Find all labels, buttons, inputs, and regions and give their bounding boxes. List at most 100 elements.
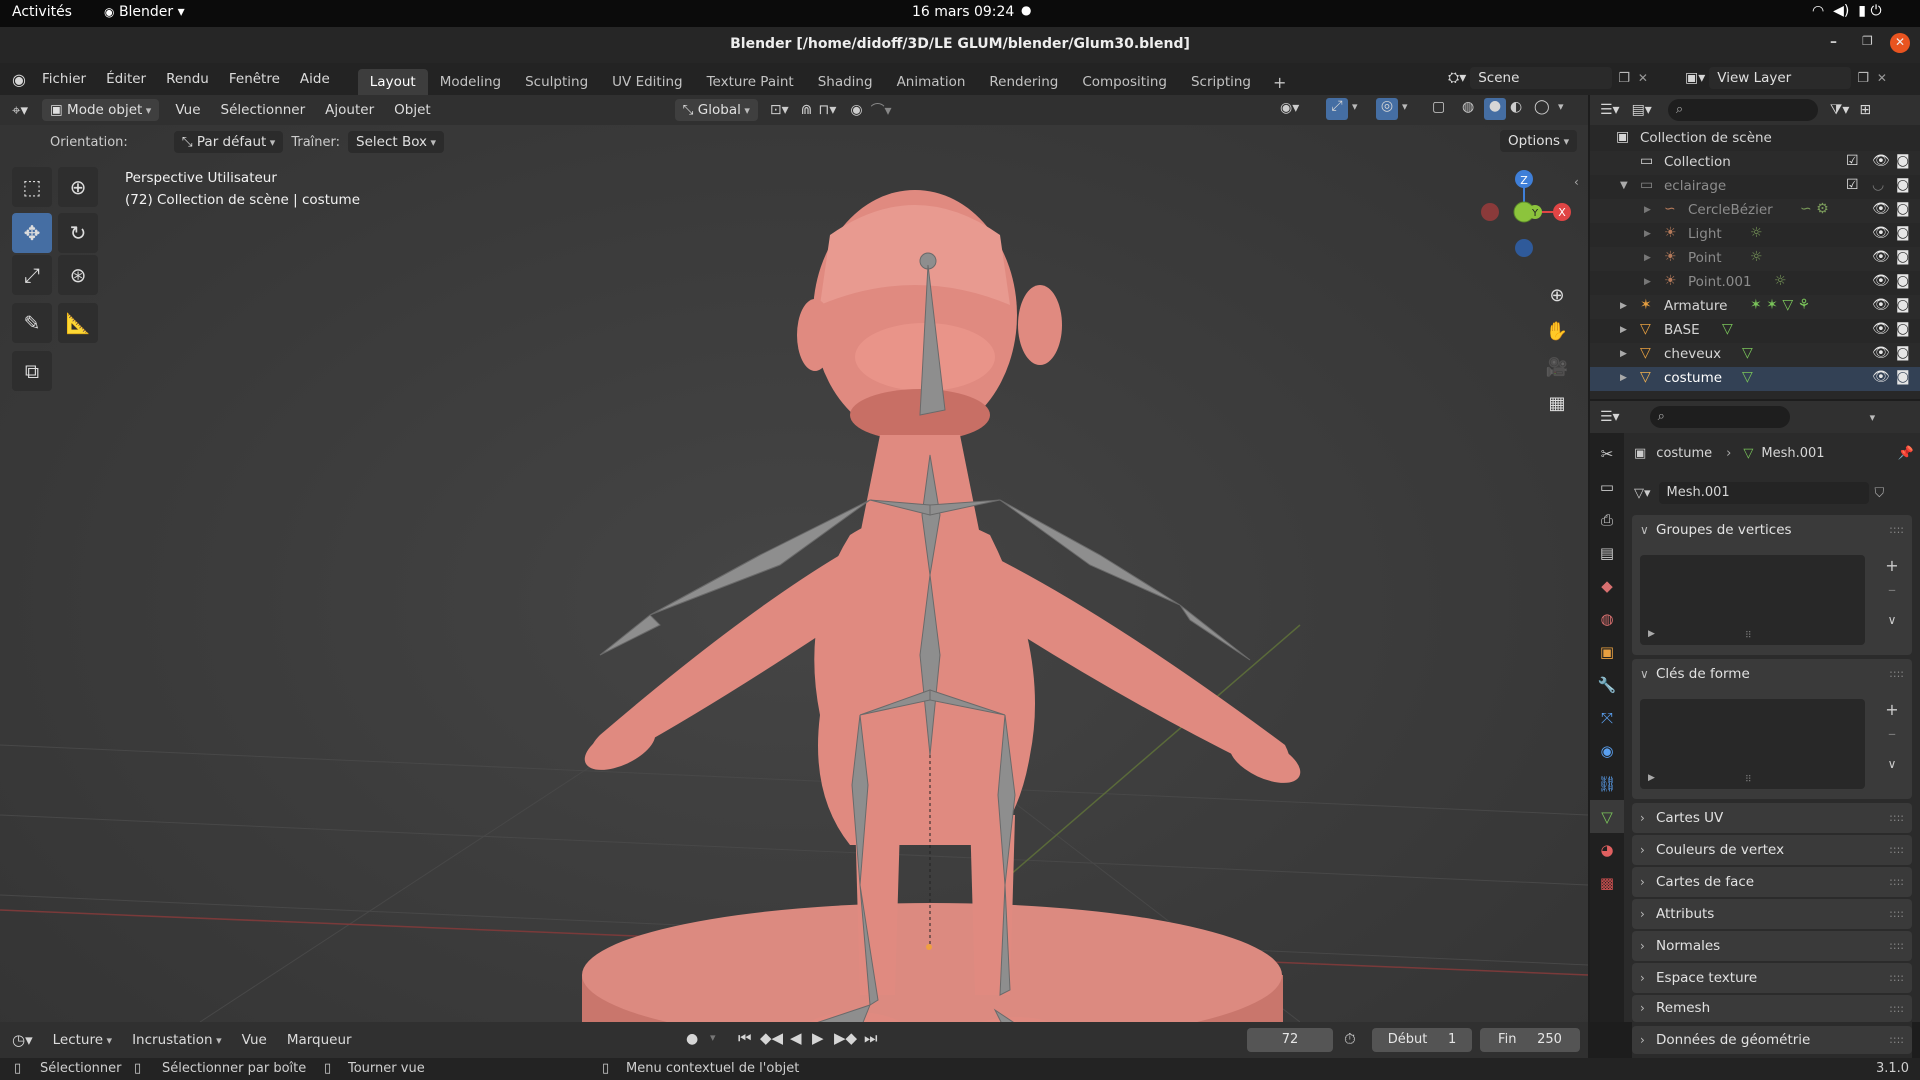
- expand-arrow-icon[interactable]: ▶: [1620, 349, 1627, 359]
- expand-arrow-icon[interactable]: ▶: [1648, 773, 1655, 783]
- add-icon[interactable]: +: [1880, 555, 1904, 579]
- activities-button[interactable]: Activités: [12, 4, 72, 20]
- gizmo-toggle-icon[interactable]: ⤢: [1326, 98, 1348, 120]
- eye-icon[interactable]: 👁: [1872, 321, 1890, 337]
- camera-icon[interactable]: ◙: [1896, 297, 1910, 313]
- remove-view-layer-icon[interactable]: ✕: [1877, 71, 1887, 85]
- add-icon[interactable]: +: [1880, 699, 1904, 723]
- menu-marqueur[interactable]: Marqueur: [277, 1032, 362, 1048]
- options-dropdown[interactable]: Options: [1500, 130, 1578, 152]
- camera-icon[interactable]: ◙: [1896, 273, 1910, 289]
- material-shading-icon[interactable]: ◐: [1510, 99, 1522, 115]
- eye-icon[interactable]: 👁: [1872, 345, 1890, 361]
- menu-rendu[interactable]: Rendu: [156, 71, 219, 87]
- blender-icon[interactable]: ◉: [12, 70, 26, 89]
- tab-rendering[interactable]: Rendering: [977, 69, 1070, 95]
- menu-ajouter[interactable]: Ajouter: [315, 102, 384, 118]
- system-tray[interactable]: ◠ ◀) ▮ ⏻: [1812, 3, 1882, 19]
- panel-attributes[interactable]: › Attributs::::: [1632, 899, 1912, 929]
- zoom-icon[interactable]: ⊕: [1542, 280, 1572, 310]
- physics-tab-icon[interactable]: ◉: [1590, 734, 1624, 767]
- drag-grip-icon[interactable]: ::::: [1889, 659, 1904, 689]
- breadcrumb-data[interactable]: Mesh.001: [1761, 446, 1824, 461]
- rendered-shading-icon[interactable]: ◯: [1534, 99, 1550, 115]
- eye-icon[interactable]: 👁: [1872, 369, 1890, 385]
- falloff-icon[interactable]: ⌒▾: [871, 100, 892, 120]
- timeline-editor-icon[interactable]: ◷▾: [12, 1031, 33, 1049]
- visibility-icon[interactable]: ◉▾: [1280, 100, 1299, 116]
- breadcrumb-object[interactable]: costume: [1656, 446, 1712, 461]
- outliner-search-icon[interactable]: ⌕: [1667, 99, 1818, 121]
- menu-vue[interactable]: Vue: [165, 102, 210, 118]
- transform-orientation[interactable]: ⤡ Global: [674, 99, 758, 121]
- expand-arrow-icon[interactable]: ▼: [1620, 180, 1628, 191]
- scene-name[interactable]: Scene: [1470, 67, 1613, 89]
- play-icon[interactable]: ▶: [812, 1029, 824, 1047]
- outliner-row[interactable]: ▼ ▭ eclairage ☑ ◡ ◙: [1590, 175, 1920, 199]
- outliner-row[interactable]: ▶ ∽ CercleBézier ∽ ⚙ 👁 ◙: [1590, 199, 1920, 223]
- drag-grip-icon[interactable]: ::::: [1889, 1026, 1904, 1054]
- rotate-icon[interactable]: ↻: [58, 213, 98, 253]
- camera-icon[interactable]: ◙: [1896, 177, 1910, 193]
- record-icon[interactable]: ●: [686, 1031, 698, 1047]
- tab-sculpting[interactable]: Sculpting: [513, 69, 600, 95]
- drag-grip-icon[interactable]: ::::: [1889, 899, 1904, 929]
- drag-grip-icon[interactable]: ::::: [1889, 931, 1904, 961]
- camera-view-icon[interactable]: 🎥: [1542, 352, 1572, 382]
- start-frame-field[interactable]: Début 1: [1372, 1028, 1472, 1052]
- filter-icon[interactable]: ⧩▾: [1830, 102, 1850, 118]
- orientation-dropdown[interactable]: ⤡ Par défaut: [173, 131, 284, 153]
- outliner-row[interactable]: ▭ Collection ☑ 👁 ◙: [1590, 151, 1920, 175]
- drag-grip-icon[interactable]: ::::: [1889, 515, 1904, 545]
- sidebar-toggle-icon[interactable]: ‹: [1574, 175, 1579, 189]
- tab-texture-paint[interactable]: Texture Paint: [695, 69, 806, 95]
- menu-aide[interactable]: Aide: [290, 71, 340, 87]
- menu-selectionner[interactable]: Sélectionner: [211, 102, 316, 118]
- expand-arrow-icon[interactable]: ▶: [1644, 205, 1651, 215]
- object-tab-icon[interactable]: ▣: [1590, 635, 1624, 668]
- prev-keyframe-icon[interactable]: ◆◀: [760, 1029, 783, 1047]
- outliner-row[interactable]: ▶ ☀ Point ☼ 👁 ◙: [1590, 247, 1920, 271]
- outliner-row[interactable]: ▶ ☀ Point.001 ☼ 👁 ◙: [1590, 271, 1920, 295]
- drag-grip-icon[interactable]: ::::: [1889, 835, 1904, 865]
- select-box-icon[interactable]: ⬚: [12, 167, 52, 207]
- panel-header[interactable]: ∨ Clés de forme::::: [1632, 659, 1912, 689]
- add-workspace-icon[interactable]: +: [1263, 70, 1296, 95]
- tab-uv-editing[interactable]: UV Editing: [600, 69, 694, 95]
- display-mode-icon[interactable]: ▤▾: [1632, 102, 1652, 118]
- minimize-icon[interactable]: –: [1830, 34, 1837, 50]
- clock[interactable]: 16 mars 09:24: [912, 4, 1014, 20]
- solid-shading-icon[interactable]: ●: [1484, 98, 1506, 120]
- mesh-data-tab-icon[interactable]: ▽: [1590, 800, 1624, 833]
- tab-layout[interactable]: Layout: [357, 69, 428, 95]
- menu-objet[interactable]: Objet: [384, 102, 441, 118]
- camera-icon[interactable]: ◙: [1896, 345, 1910, 361]
- app-menu[interactable]: ◉ Blender ▾: [104, 4, 185, 20]
- mesh-name-field[interactable]: Mesh.001: [1658, 482, 1869, 504]
- jump-end-icon[interactable]: ⏭: [864, 1029, 878, 1047]
- 3d-viewport[interactable]: ⌖▾ ▣ Mode objet Vue Sélectionner Ajouter…: [0, 95, 1588, 1022]
- shading-dropdown[interactable]: ▾: [1558, 100, 1564, 113]
- output-tab-icon[interactable]: ⎙: [1590, 503, 1624, 536]
- panel-remesh[interactable]: › Remesh::::: [1632, 995, 1912, 1022]
- scene-selector[interactable]: ⛭▾ Scene ❐ ✕: [1448, 67, 1648, 89]
- shape-key-list[interactable]: ▶ ⠿: [1640, 699, 1865, 789]
- remove-icon[interactable]: –: [1880, 723, 1904, 747]
- resize-grip-icon[interactable]: ⠿: [1745, 631, 1752, 641]
- add-cube-icon[interactable]: ⧉: [12, 351, 52, 391]
- view-layer-name[interactable]: View Layer: [1709, 67, 1852, 89]
- resize-grip-icon[interactable]: ⠿: [1745, 775, 1752, 785]
- move-icon[interactable]: ✥: [12, 213, 52, 253]
- panel-geometry-data[interactable]: › Données de géométrie::::: [1632, 1022, 1912, 1058]
- checkbox-icon[interactable]: ☑: [1846, 177, 1859, 193]
- outliner-row-selected[interactable]: ▶ ▽ costume ▽ 👁 ◙: [1590, 367, 1920, 391]
- remove-icon[interactable]: –: [1880, 579, 1904, 603]
- character-mesh[interactable]: [578, 190, 1307, 1022]
- transform-tool-icon[interactable]: ⊛: [58, 255, 98, 295]
- eye-icon[interactable]: 👁: [1872, 273, 1890, 289]
- outliner-row[interactable]: ▶ ▽ cheveux ▽ 👁 ◙: [1590, 343, 1920, 367]
- particles-tab-icon[interactable]: ⤧: [1590, 701, 1624, 734]
- eye-icon[interactable]: 👁: [1872, 201, 1890, 217]
- next-keyframe-icon[interactable]: ▶◆: [834, 1029, 857, 1047]
- tab-animation[interactable]: Animation: [885, 69, 978, 95]
